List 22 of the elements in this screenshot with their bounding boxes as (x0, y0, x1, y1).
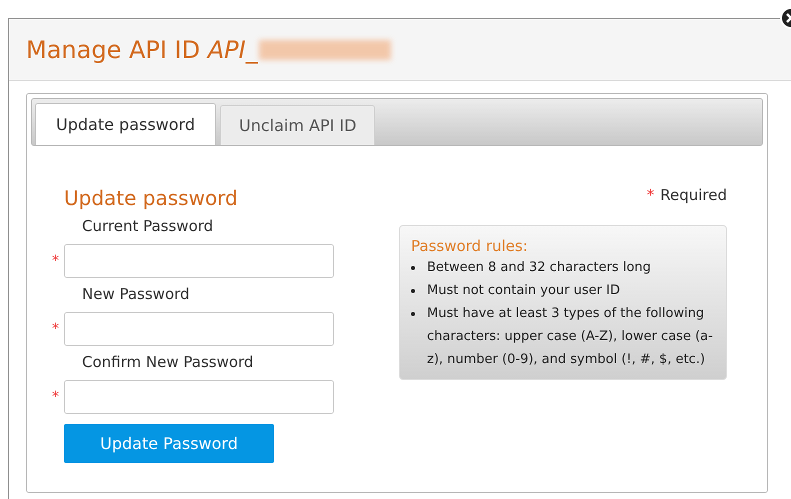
password-field[interactable] (64, 244, 334, 278)
field-label: Confirm New Password (81, 352, 254, 372)
rule-text: Must not contain your user ID (427, 282, 620, 300)
bullet-icon (411, 266, 415, 270)
update-password-button[interactable]: Update Password (64, 424, 274, 463)
password-field[interactable] (64, 380, 334, 414)
required-mark: * (52, 252, 60, 270)
rules-title: Password rules: (411, 236, 529, 256)
required-mark: * (52, 388, 60, 406)
field-label: Current Password (81, 216, 214, 236)
tab[interactable]: Unclaim API ID (220, 105, 376, 145)
password-field[interactable] (64, 312, 334, 346)
bullet-icon (411, 312, 415, 316)
rule-text: Between 8 and 32 characters long (427, 258, 651, 276)
field-label: New Password (81, 284, 191, 304)
tab[interactable]: Update password (35, 103, 216, 145)
form-heading: Update password (64, 186, 239, 210)
rule-text: Must have at least 3 types of the following characters: upper case (A-Z), lower case (a-z), number (0-9), and symbol (!, #, $, etc.) (427, 304, 714, 368)
dialog-title: Manage API ID API_ (26, 34, 258, 66)
bullet-icon (411, 288, 415, 292)
required-mark: * (52, 320, 60, 338)
required-note: * Required (646, 185, 727, 206)
